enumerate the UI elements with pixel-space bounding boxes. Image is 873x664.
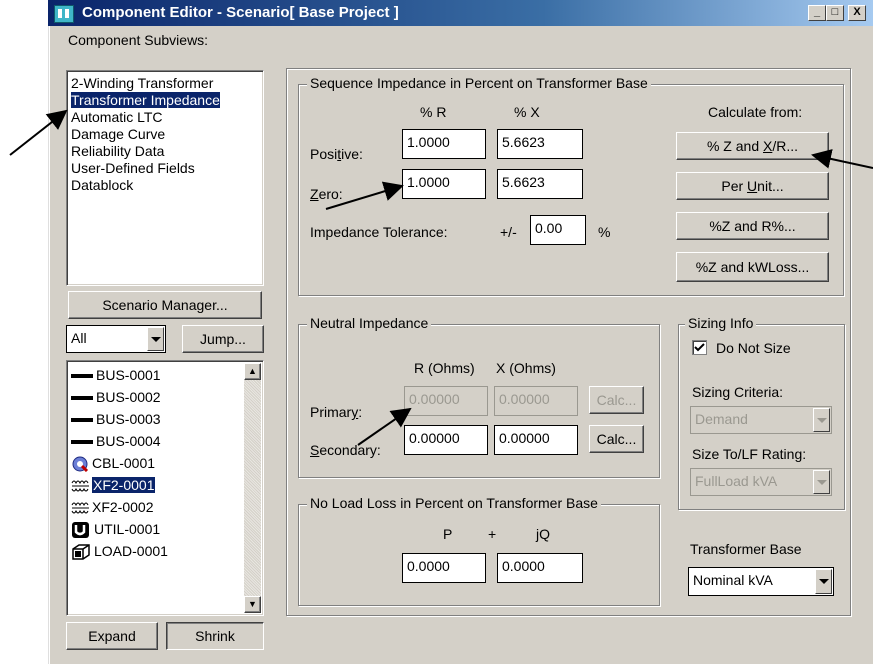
annotation-arrow-zero xyxy=(325,181,404,210)
annotation-arrow-secondary xyxy=(357,407,412,446)
annotation-arrow-right xyxy=(811,149,873,169)
annotation-arrows xyxy=(9,109,873,446)
annotation-arrow-left xyxy=(9,109,68,156)
